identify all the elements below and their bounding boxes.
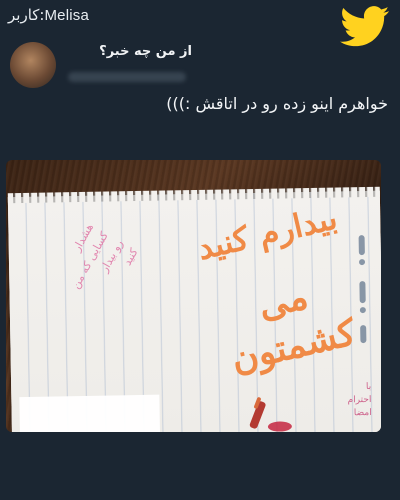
exclamation-stroke [360,325,367,344]
orange-handwriting: بیدارم کنید می کشمتون [185,194,375,380]
signature-handwriting: با احترام امضا [281,381,372,432]
tweet-text: خواهرم اینو زده رو در اتاقش :))) [166,94,388,113]
censor-box [19,394,161,432]
pink-handwriting: هشدار کسایی که من رو بیدار کنید [44,220,170,338]
header-label: کاربر:Melisa [8,6,89,24]
handwriting-line-2: می کشمتون [227,275,360,381]
header-label-latin: Melisa [44,7,90,24]
avatar[interactable] [10,42,56,88]
exclamation-marks [352,231,374,351]
footer-band [0,440,400,500]
paper-note: هشدار کسایی که من رو بیدار کنید بیدارم ک… [7,186,381,432]
header-label-persian: کاربر: [8,6,45,24]
tweet-photo[interactable]: هشدار کسایی که من رو بیدار کنید بیدارم ک… [6,160,381,432]
exclamation-stroke [358,235,365,256]
signature-line: امضا [353,407,372,419]
tweet-author-name[interactable]: از من چه خبر؟ [99,44,192,59]
twitter-bird-icon [340,6,390,47]
handwriting-line-1: بیدارم کنید [193,198,341,268]
tweet-author-handle-redacted [68,72,186,82]
exclamation-stroke [359,281,366,304]
exclamation-dot [359,307,366,314]
exclamation-dot [358,259,366,266]
